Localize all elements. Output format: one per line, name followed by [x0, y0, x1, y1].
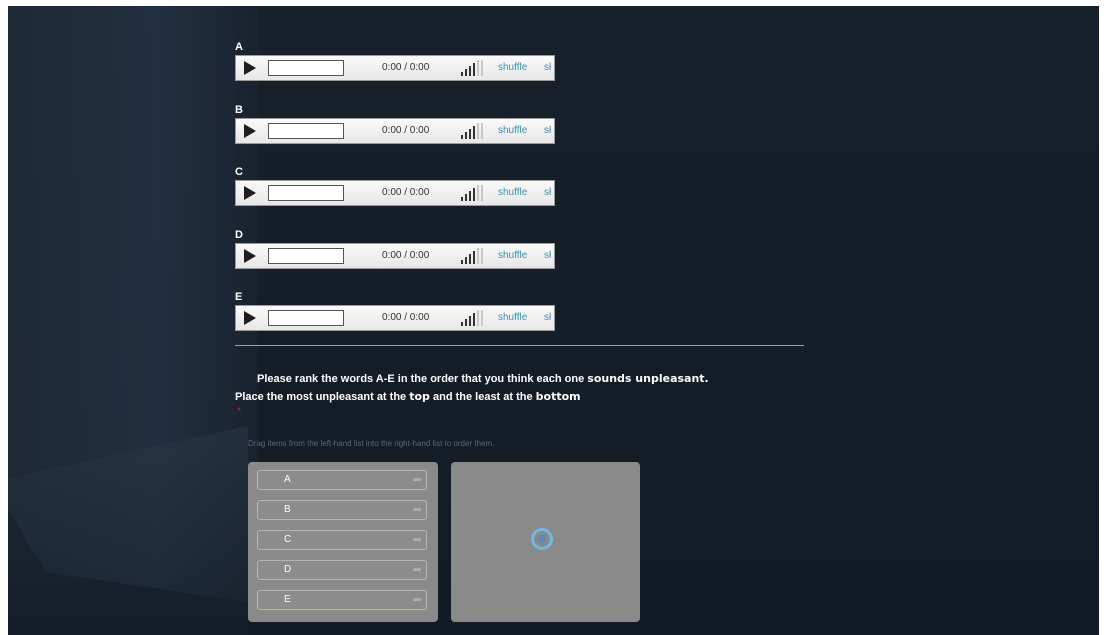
progress-bar[interactable]: [268, 185, 344, 201]
play-icon[interactable]: [244, 123, 256, 138]
shuffle-link[interactable]: shuffle: [498, 250, 527, 261]
item-label: B: [284, 504, 291, 515]
show-link[interactable]: sł: [544, 250, 551, 261]
question-line1: Please rank the words A-E in the order t…: [257, 373, 588, 385]
track-label: E: [235, 291, 243, 303]
play-icon[interactable]: [244, 61, 256, 75]
item-label: E: [284, 594, 291, 605]
time-display: 0:00 / 0:00: [382, 62, 430, 73]
track-label: D: [235, 228, 243, 241]
volume-icon[interactable]: [461, 247, 487, 264]
track-label: A: [235, 41, 243, 53]
show-link[interactable]: sł: [544, 187, 551, 198]
item-label: D: [284, 564, 292, 575]
audio-player: 0:00 / 0:00 shuffle sł: [235, 305, 555, 331]
move-right-icon[interactable]: ➦: [413, 534, 422, 546]
track-e: E 0:00 / 0:00 shuffle sł: [235, 290, 555, 353]
list-item[interactable]: B ➦: [257, 500, 427, 520]
play-icon[interactable]: [244, 186, 256, 200]
shuffle-link[interactable]: shuffle: [498, 312, 527, 323]
play-icon[interactable]: [244, 248, 256, 263]
target-list[interactable]: [451, 462, 640, 622]
question-text: Please rank the words A-E in the order t…: [235, 370, 709, 406]
track-c: C 0:00 / 0:00 shuffle sł: [235, 165, 555, 228]
audio-players: A 0:00 / 0:00 shuffle sł B 0:00 / 0:00 s…: [235, 40, 555, 353]
list-item[interactable]: C ➦: [257, 530, 427, 550]
show-link[interactable]: sł: [544, 125, 551, 136]
progress-bar[interactable]: [268, 247, 344, 264]
audio-player: 0:00 / 0:00 shuffle sł: [235, 180, 555, 206]
track-label: C: [235, 166, 243, 178]
time-display: 0:00 / 0:00: [382, 124, 430, 136]
time-display: 0:00 / 0:00: [382, 312, 430, 323]
audio-player: 0:00 / 0:00 shuffle sł: [235, 117, 555, 144]
shuffle-link[interactable]: shuffle: [498, 187, 527, 198]
survey-page: A 0:00 / 0:00 shuffle sł B 0:00 / 0:00 s…: [8, 6, 1099, 635]
question-bottom: bottom: [535, 390, 581, 403]
source-list[interactable]: A ➦ B ➦ C ➦ D ➦ E ➦: [248, 462, 438, 622]
shuffle-link[interactable]: shuffle: [498, 62, 527, 73]
question-emphasis: sounds unpleasant.: [587, 372, 709, 385]
progress-bar[interactable]: [268, 310, 344, 326]
audio-player: 0:00 / 0:00 shuffle sł: [235, 55, 555, 81]
progress-bar[interactable]: [268, 122, 344, 139]
required-marker: *: [237, 406, 241, 417]
move-right-icon[interactable]: ➦: [413, 564, 422, 576]
track-d: D 0:00 / 0:00 shuffle sł: [235, 228, 555, 291]
volume-icon[interactable]: [461, 310, 487, 326]
section-divider: [235, 345, 804, 346]
list-item[interactable]: E ➦: [257, 590, 427, 610]
show-link[interactable]: sł: [544, 62, 551, 73]
track-b: B 0:00 / 0:00 shuffle sł: [235, 103, 555, 166]
audio-player: 0:00 / 0:00 shuffle sł: [235, 242, 555, 269]
list-item[interactable]: D ➦: [257, 560, 427, 580]
track-a: A 0:00 / 0:00 shuffle sł: [235, 40, 555, 103]
item-label: A: [284, 474, 291, 485]
volume-icon[interactable]: [461, 60, 487, 76]
track-label: B: [235, 103, 243, 116]
play-icon[interactable]: [244, 311, 256, 325]
question-top: top: [409, 390, 430, 403]
list-item[interactable]: A ➦: [257, 470, 427, 490]
question-line2-mid: and the least at the: [429, 391, 536, 403]
progress-bar[interactable]: [268, 60, 344, 76]
move-right-icon[interactable]: ➦: [413, 594, 422, 606]
move-right-icon[interactable]: ➦: [413, 474, 422, 486]
drag-instruction: Drag items from the left-hand list into …: [248, 439, 495, 448]
shuffle-link[interactable]: shuffle: [498, 125, 527, 136]
move-right-icon[interactable]: ➦: [413, 504, 422, 516]
loading-spinner-icon: [531, 528, 553, 550]
volume-icon[interactable]: [461, 122, 487, 139]
volume-icon[interactable]: [461, 185, 487, 201]
item-label: C: [284, 534, 292, 545]
time-display: 0:00 / 0:00: [382, 249, 430, 261]
time-display: 0:00 / 0:00: [382, 187, 430, 198]
question-line2: Place the most unpleasant at the: [235, 391, 410, 403]
show-link[interactable]: sł: [544, 312, 551, 323]
